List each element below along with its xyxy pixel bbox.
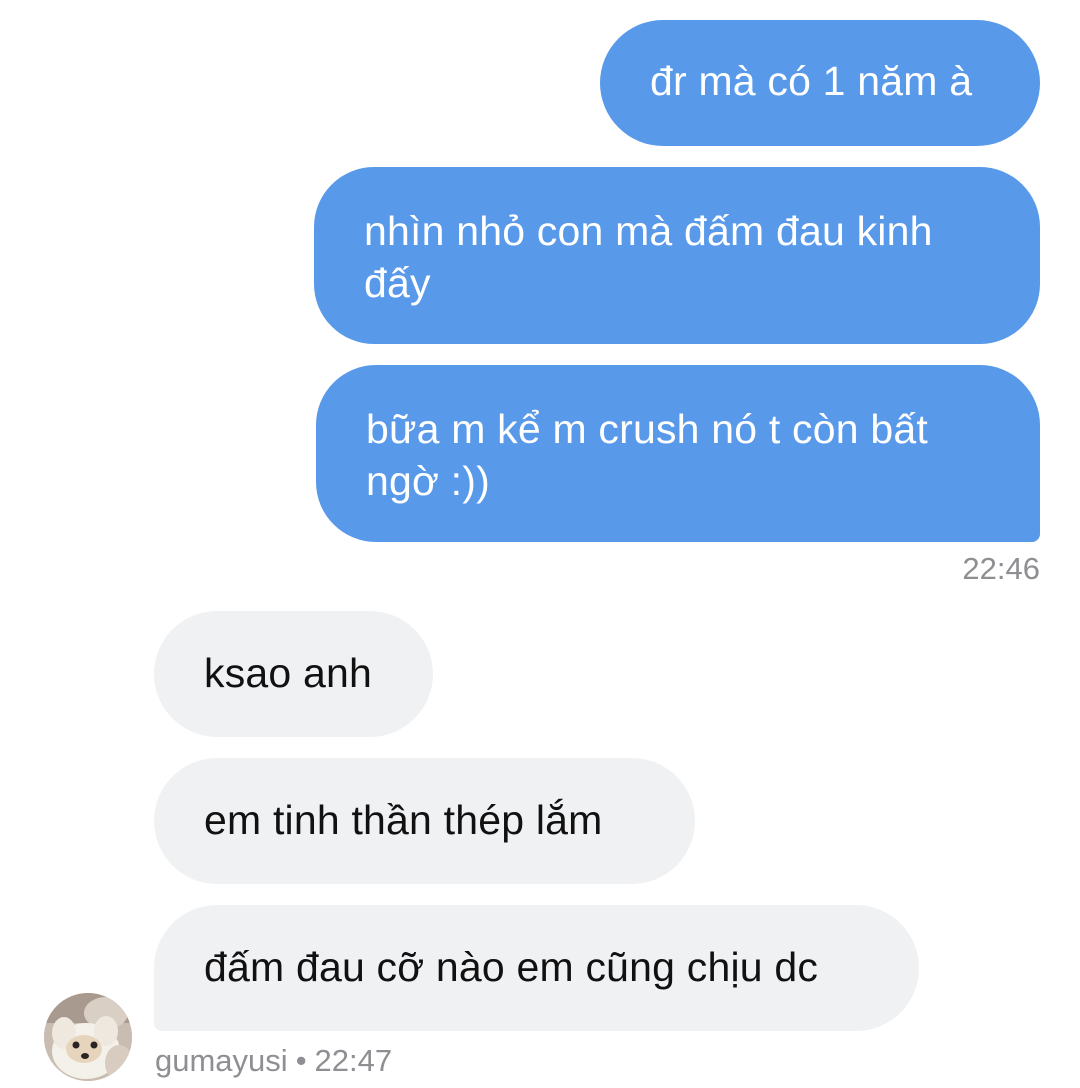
sent-message-bubble[interactable]: bữa m kể m crush nó t còn bất ngờ :)): [316, 365, 1040, 542]
sender-username[interactable]: gumayusi: [155, 1043, 288, 1078]
message-text: ksao anh: [204, 650, 373, 696]
message-text: đấm đau cỡ nào em cũng chịu dc: [204, 944, 819, 990]
message-text: em tinh thần thép lắm: [204, 797, 603, 843]
received-timestamp: 22:47: [314, 1043, 393, 1078]
meta-separator: •: [295, 1043, 307, 1078]
sender-meta: gumayusi • 22:47: [155, 1041, 392, 1081]
message-text: bữa m kể m crush nó t còn bất ngờ :)): [366, 406, 928, 504]
received-message-bubble[interactable]: đấm đau cỡ nào em cũng chịu dc: [154, 905, 919, 1031]
message-text: đr mà có 1 năm à: [650, 58, 973, 104]
avatar[interactable]: [44, 993, 132, 1081]
sent-message-bubble[interactable]: đr mà có 1 năm à: [600, 20, 1040, 146]
dog-avatar-icon: [44, 993, 132, 1081]
received-message-bubble[interactable]: ksao anh: [154, 611, 433, 737]
sent-message-bubble[interactable]: nhìn nhỏ con mà đấm đau kinh đấy: [314, 167, 1040, 344]
received-message-bubble[interactable]: em tinh thần thép lắm: [154, 758, 695, 884]
message-text: nhìn nhỏ con mà đấm đau kinh đấy: [364, 208, 933, 306]
sent-timestamp: 22:46: [962, 551, 1040, 586]
